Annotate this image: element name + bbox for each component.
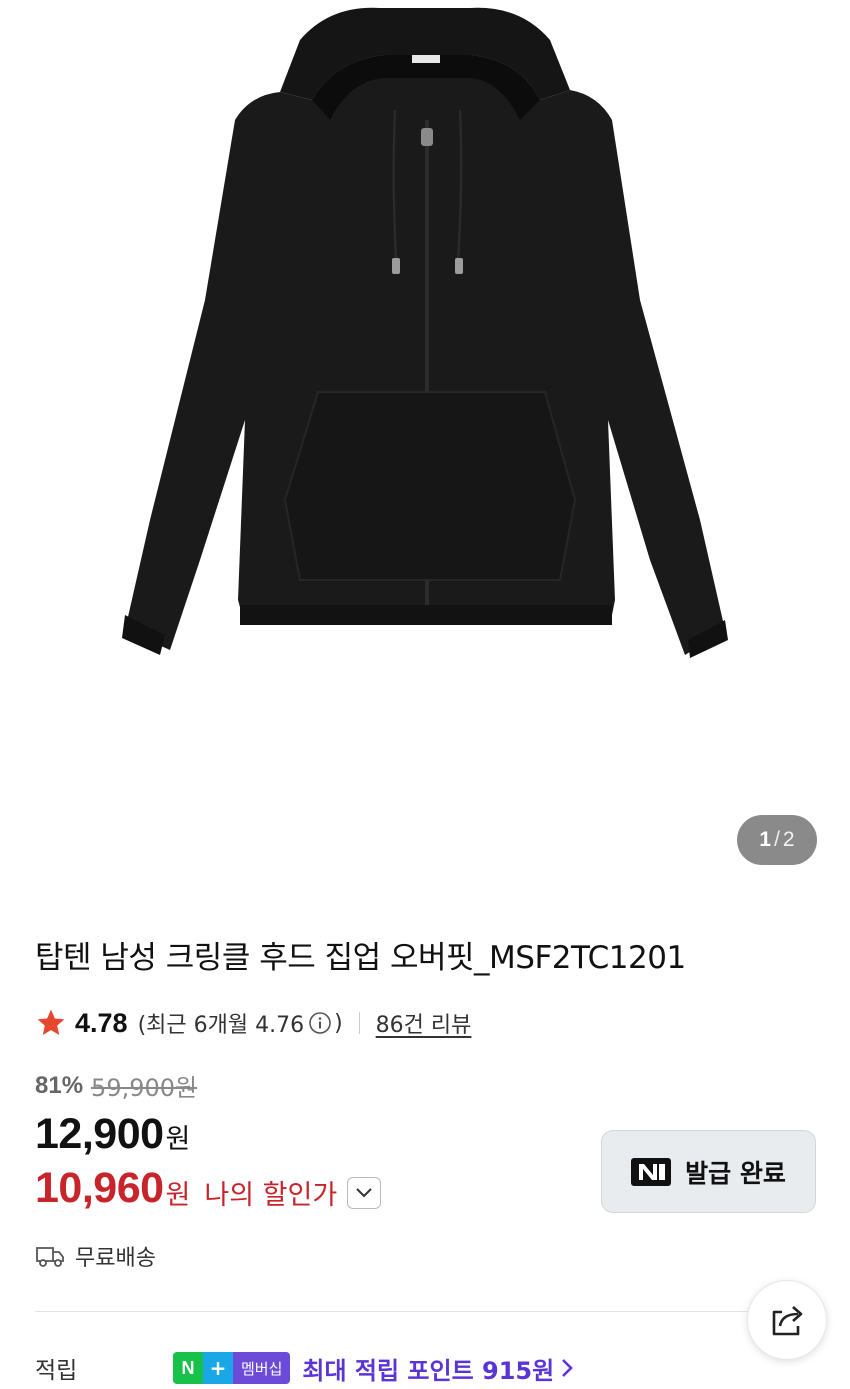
info-icon[interactable] xyxy=(308,1011,332,1035)
star-icon xyxy=(37,1009,65,1035)
truck-icon xyxy=(36,1247,64,1267)
sale-price-unit: 원 xyxy=(165,1124,191,1155)
max-points-text: 최대 적립 포인트 915원 xyxy=(302,1356,555,1385)
pager-current: 1 xyxy=(759,828,772,851)
points-label: 적립 xyxy=(35,1358,78,1384)
badge-plus: + xyxy=(203,1352,233,1384)
membership-badge: N + 멤버십 xyxy=(173,1352,291,1384)
coupon-issued-button[interactable]: 발급 완료 xyxy=(601,1130,816,1213)
my-discount-price: 10,960 원 나의 할인가 xyxy=(35,1164,382,1213)
product-image-gallery[interactable]: 1 / 2 xyxy=(0,0,850,890)
sale-price-value: 12,900 xyxy=(35,1110,164,1158)
my-price-label: 나의 할인가 xyxy=(204,1180,338,1211)
coupon-label: 발급 완료 xyxy=(685,1158,786,1188)
rating-value: 4.78 xyxy=(75,1007,128,1038)
hood-zip-up-product-image xyxy=(122,7,728,658)
gallery-pager: 1 / 2 xyxy=(737,815,817,865)
section-divider xyxy=(35,1311,825,1312)
badge-membership: 멤버십 xyxy=(233,1352,291,1384)
discount-percent: 81% xyxy=(35,1071,84,1099)
badge-n: N xyxy=(173,1352,203,1384)
shipping-label: 무료배송 xyxy=(75,1246,156,1271)
naver-n-icon xyxy=(631,1157,672,1186)
recent-rating: (최근 6개월 4.76 ) xyxy=(138,1007,343,1039)
pager-separator: / xyxy=(774,828,780,851)
chevron-down-icon xyxy=(356,1187,372,1197)
my-price-unit: 원 xyxy=(165,1180,191,1211)
share-icon xyxy=(772,1306,803,1336)
recent-rating-close: ) xyxy=(334,1010,343,1036)
points-row[interactable]: 적립 N + 멤버십 최대 적립 포인트 915원 xyxy=(35,1350,825,1386)
product-title: 탑텐 남성 크링클 후드 집업 오버핏_MSF2TC1201 xyxy=(35,940,686,976)
discount-row: 81% 59,900원 xyxy=(35,1068,197,1103)
shipping-row: 무료배송 xyxy=(35,1240,156,1272)
sale-price: 12,900 원 xyxy=(35,1110,190,1159)
original-price: 59,900원 xyxy=(91,1074,198,1102)
share-button[interactable] xyxy=(747,1280,827,1360)
my-price-value: 10,960 xyxy=(35,1164,164,1212)
reviews-link[interactable]: 86건 리뷰 xyxy=(376,1007,472,1039)
my-price-expand-button[interactable] xyxy=(347,1176,382,1209)
chevron-right-icon xyxy=(562,1359,574,1377)
pager-total: 2 xyxy=(782,828,795,851)
rating-divider xyxy=(358,1012,360,1034)
rating-row: 4.78 (최근 6개월 4.76 ) 86건 리뷰 xyxy=(35,1006,471,1040)
recent-rating-text: (최근 6개월 4.76 xyxy=(137,1013,305,1038)
